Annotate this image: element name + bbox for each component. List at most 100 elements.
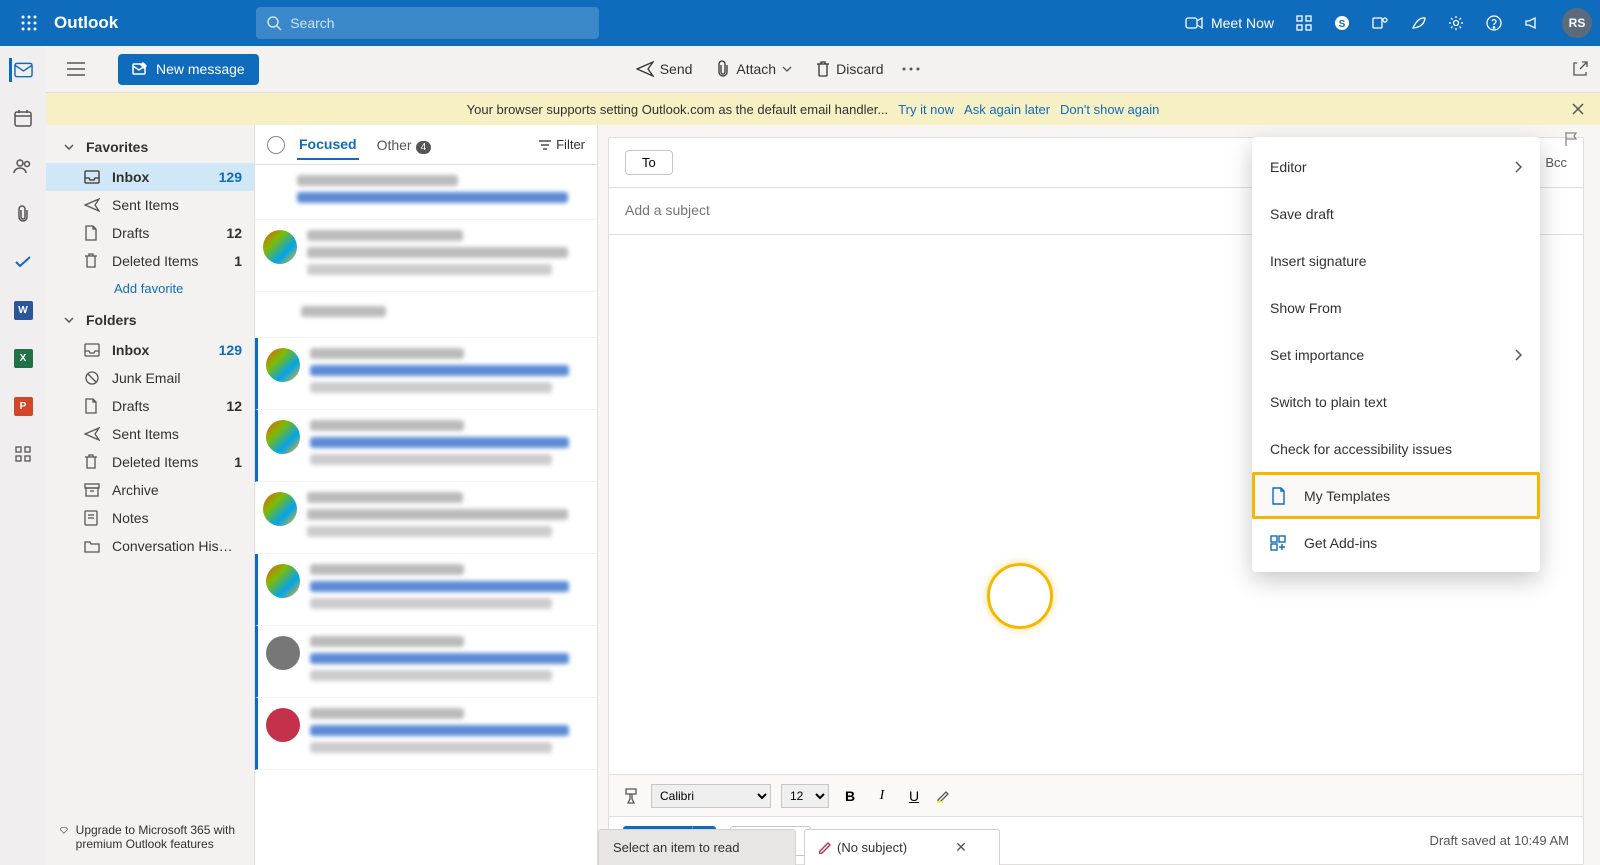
svg-text:S: S (1339, 19, 1346, 30)
folder-junk[interactable]: Junk Email (46, 364, 254, 392)
folder-inbox[interactable]: Inbox129 (46, 336, 254, 364)
app-rail: W X P (0, 46, 46, 865)
archive-icon (84, 483, 100, 497)
megaphone-icon[interactable] (1524, 15, 1540, 31)
message-item[interactable] (255, 482, 597, 554)
message-item[interactable] (255, 626, 597, 698)
rail-excel[interactable]: X (11, 346, 35, 370)
rail-word[interactable]: W (11, 298, 35, 322)
chevron-right-icon (1514, 349, 1522, 361)
teams-icon[interactable] (1372, 15, 1388, 31)
discard-top-button[interactable]: Discard (816, 61, 883, 77)
bottom-tab-nosubject[interactable]: (No subject) ✕ (804, 829, 1000, 865)
search-box[interactable] (256, 7, 599, 39)
banner-close-button[interactable] (1572, 103, 1584, 115)
message-item[interactable] (255, 410, 597, 482)
upgrade-promo[interactable]: Upgrade to Microsoft 365 with premium Ou… (46, 811, 254, 865)
fav-inbox[interactable]: Inbox129 (46, 163, 254, 191)
bold-button[interactable]: B (839, 788, 861, 804)
chevron-down-icon (64, 144, 74, 150)
banner-later-link[interactable]: Ask again later (964, 102, 1050, 117)
banner-dont-link[interactable]: Don't show again (1060, 102, 1159, 117)
font-size-select[interactable]: 12 (781, 784, 829, 808)
rail-todo[interactable] (11, 250, 35, 274)
user-avatar[interactable]: RS (1562, 8, 1592, 38)
menu-check-a11y[interactable]: Check for accessibility issues (1252, 425, 1540, 472)
rail-people[interactable] (11, 154, 35, 178)
fav-deleted[interactable]: Deleted Items1 (46, 247, 254, 275)
menu-show-from[interactable]: Show From (1252, 284, 1540, 331)
trash-icon (84, 454, 98, 470)
trash-icon (816, 61, 830, 77)
meet-now-button[interactable]: Meet Now (1185, 15, 1274, 31)
new-message-button[interactable]: New message (118, 54, 259, 85)
settings-icon[interactable] (1448, 15, 1464, 31)
check-icon (14, 255, 32, 269)
attach-button[interactable]: Attach (716, 60, 792, 78)
message-item[interactable] (255, 292, 597, 338)
rail-powerpoint[interactable]: P (11, 394, 35, 418)
folder-notes[interactable]: Notes (46, 504, 254, 532)
add-favorite-link[interactable]: Add favorite (46, 275, 254, 304)
chevron-down-icon (782, 66, 792, 72)
menu-my-templates[interactable]: My Templates (1252, 472, 1540, 519)
menu-plain-text[interactable]: Switch to plain text (1252, 378, 1540, 425)
note-icon (84, 510, 98, 526)
nav-toggle[interactable] (58, 53, 94, 85)
italic-button[interactable]: I (871, 788, 893, 804)
toolbar-more-button[interactable] (902, 67, 920, 71)
popout-button[interactable] (1572, 61, 1588, 77)
send-icon (636, 61, 654, 77)
format-painter-icon[interactable] (623, 787, 641, 805)
rail-files[interactable] (11, 202, 35, 226)
message-item[interactable] (255, 220, 597, 292)
leaf-icon[interactable] (1410, 15, 1426, 31)
favorites-section[interactable]: Favorites (46, 131, 254, 163)
skype-icon[interactable]: S (1334, 15, 1350, 31)
banner-try-link[interactable]: Try it now (898, 102, 954, 117)
search-input[interactable] (290, 15, 589, 31)
underline-button[interactable]: U (903, 788, 925, 804)
rail-calendar[interactable] (11, 106, 35, 130)
message-item[interactable] (255, 554, 597, 626)
font-name-select[interactable]: Calibri (651, 784, 771, 808)
folders-section[interactable]: Folders (46, 304, 254, 336)
highlight-icon (935, 788, 951, 804)
apps-grid-icon (15, 446, 31, 462)
tab-close[interactable]: ✕ (955, 839, 967, 856)
diamond-icon (60, 823, 68, 837)
message-item[interactable] (255, 698, 597, 770)
addins-icon (1270, 535, 1286, 551)
folder-drafts[interactable]: Drafts12 (46, 392, 254, 420)
bottom-tab-select[interactable]: Select an item to read (598, 829, 796, 865)
rail-more-apps[interactable] (11, 442, 35, 466)
tab-focused[interactable]: Focused (297, 130, 359, 160)
fav-sent[interactable]: Sent Items (46, 191, 254, 219)
menu-get-addins[interactable]: Get Add-ins (1252, 519, 1540, 566)
select-all[interactable] (267, 136, 285, 154)
filter-button[interactable]: Filter (538, 137, 585, 152)
menu-set-importance[interactable]: Set importance (1252, 331, 1540, 378)
menu-save-draft[interactable]: Save draft (1252, 190, 1540, 237)
folder-archive[interactable]: Archive (46, 476, 254, 504)
folder-deleted[interactable]: Deleted Items1 (46, 448, 254, 476)
menu-editor[interactable]: Editor (1252, 143, 1540, 190)
header-bar: Outlook Meet Now S RS (0, 0, 1600, 46)
highlight-button[interactable] (935, 788, 957, 804)
bcc-button[interactable]: Bcc (1545, 155, 1567, 170)
to-button[interactable]: To (625, 150, 673, 175)
message-item[interactable] (255, 338, 597, 410)
folder-icon (84, 539, 100, 553)
folder-sent[interactable]: Sent Items (46, 420, 254, 448)
menu-insert-signature[interactable]: Insert signature (1252, 237, 1540, 284)
rail-mail[interactable] (9, 58, 33, 82)
message-item[interactable] (255, 165, 597, 220)
fav-drafts[interactable]: Drafts12 (46, 219, 254, 247)
waffle-launcher[interactable] (8, 15, 50, 31)
folder-conv-history[interactable]: Conversation His… (46, 532, 254, 560)
grid-apps-icon[interactable] (1296, 15, 1312, 31)
message-list: Focused Other4 Filter (255, 125, 598, 865)
send-top-button[interactable]: Send (636, 61, 693, 77)
help-icon[interactable] (1486, 15, 1502, 31)
tab-other[interactable]: Other4 (375, 131, 434, 159)
